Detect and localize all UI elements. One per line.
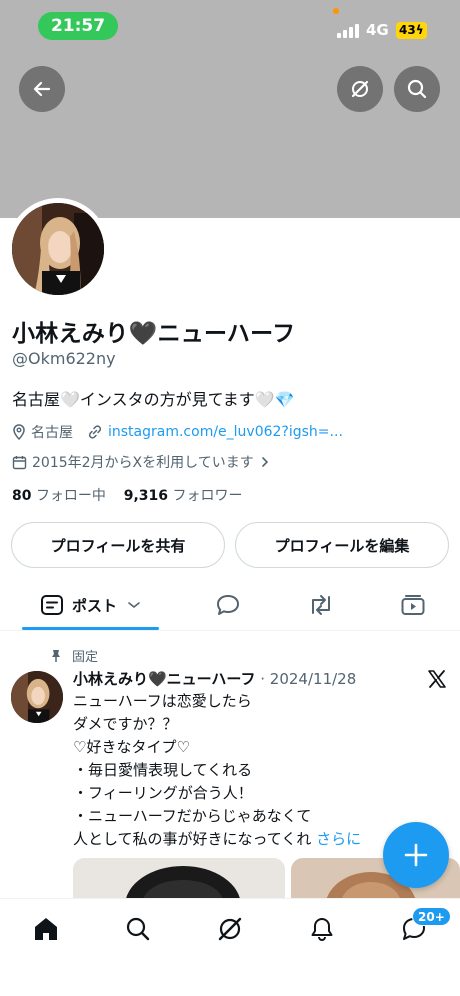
pin-icon — [52, 649, 60, 662]
followers-count[interactable]: 9,316 — [124, 488, 168, 504]
followers-label[interactable]: フォロワー — [173, 488, 243, 504]
post-line: ニューハーフは恋愛したら — [73, 692, 252, 710]
notifications-icon — [311, 918, 333, 941]
profile-display-name: 小林えみり🖤ニューハーフ — [12, 321, 296, 347]
pinned-indicator: 固定 — [50, 646, 98, 665]
tab-replies[interactable] — [204, 580, 252, 630]
tab-media[interactable] — [389, 580, 437, 630]
nav-grok[interactable] — [210, 911, 250, 947]
post-line: 人として私の事が好きになってくれ — [73, 830, 312, 848]
reply-icon — [217, 595, 239, 615]
compose-button[interactable] — [383, 822, 449, 888]
network-type: 4G — [366, 21, 389, 39]
bottom-nav: 20+ — [0, 898, 460, 996]
grok-icon — [351, 80, 369, 98]
search-icon — [126, 917, 150, 941]
x-logo-icon — [428, 670, 446, 688]
chevron-right-icon — [261, 457, 268, 467]
share-profile-button[interactable]: プロフィールを共有 — [11, 522, 225, 568]
post-body[interactable]: ニューハーフは恋愛したら ダメですか？？ ♡好きなタイプ♡ ・毎日愛情表現してく… — [73, 690, 361, 851]
post-line: ・ニューハーフだからじゃあなくて — [73, 807, 312, 825]
post-line: ・フィーリングが合う人！ — [73, 784, 253, 802]
nav-search[interactable] — [118, 911, 158, 947]
posts-icon — [40, 595, 63, 615]
tab-posts[interactable]: ポスト — [22, 580, 159, 630]
tab-reposts[interactable] — [297, 580, 345, 630]
post-line-last: 人として私の事が好きになってくれ さらに — [73, 828, 361, 851]
link-icon — [88, 425, 102, 439]
tab-posts-label: ポスト — [71, 596, 117, 615]
profile-bio: 名古屋🤍インスタの方が見てます🤍💎 — [12, 390, 295, 409]
profile-avatar[interactable] — [12, 203, 104, 295]
post-author-avatar[interactable] — [11, 671, 63, 723]
post-header: 小林えみり🖤ニューハーフ · 2024/11/28 — [73, 668, 356, 689]
grok-button[interactable] — [337, 66, 383, 112]
status-bar: 21:57 4G 43ϟ — [0, 0, 460, 50]
following-count[interactable]: 80 — [12, 488, 31, 504]
post-author-name[interactable]: 小林えみり🖤ニューハーフ — [73, 670, 255, 688]
battery-level: 43 — [399, 23, 416, 37]
post-line: ♡好きなタイプ♡ — [73, 738, 190, 756]
home-icon — [35, 918, 57, 940]
search-icon — [407, 79, 427, 99]
signal-icon — [337, 22, 361, 38]
search-button[interactable] — [394, 66, 440, 112]
following-label[interactable]: フォロー中 — [36, 488, 106, 504]
location-icon — [13, 424, 25, 440]
profile-meta-row: 名古屋 instagram.com/e_luv062?igsh=... — [12, 422, 343, 442]
video-icon — [401, 595, 425, 615]
profile-link[interactable]: instagram.com/e_luv062?igsh=... — [108, 424, 343, 440]
grok-icon — [218, 917, 242, 941]
chevron-down-icon — [128, 602, 140, 609]
profile-handle: @Okm622ny — [12, 349, 116, 368]
show-more-link[interactable]: さらに — [316, 830, 361, 848]
profile-joined-row[interactable]: 2015年2月からXを利用しています — [12, 452, 270, 472]
avatar-photo — [12, 203, 104, 295]
mic-indicator-dot — [333, 8, 339, 14]
nav-notifications[interactable] — [302, 911, 342, 947]
back-button[interactable] — [19, 66, 65, 112]
profile-tabs: ポスト — [0, 580, 460, 631]
edit-profile-button[interactable]: プロフィールを編集 — [235, 522, 449, 568]
post-line: ダメですか？？ — [73, 715, 178, 733]
profile-joined: 2015年2月からXを利用しています — [32, 455, 254, 471]
post-line: ・毎日愛情表現してくれる — [73, 761, 253, 779]
follow-counts: 80 フォロー中 9,316 フォロワー — [12, 485, 243, 505]
calendar-icon — [12, 455, 27, 469]
back-arrow-icon — [33, 81, 51, 97]
post-avatar-photo — [11, 671, 63, 723]
repost-icon — [312, 595, 330, 615]
messages-badge: 20+ — [412, 907, 451, 926]
profile-location: 名古屋 — [31, 425, 73, 441]
charging-bolt-icon: ϟ — [415, 23, 424, 37]
active-tab-indicator — [22, 627, 159, 630]
status-time: 21:57 — [38, 12, 118, 40]
post-date: · 2024/11/28 — [260, 670, 357, 688]
plus-icon — [404, 843, 428, 867]
battery-indicator: 43ϟ — [396, 22, 427, 39]
nav-home[interactable] — [26, 911, 66, 947]
pinned-label: 固定 — [72, 650, 99, 665]
